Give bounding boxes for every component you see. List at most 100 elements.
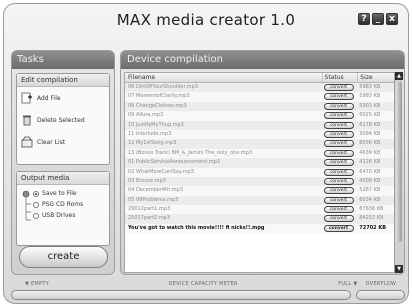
table-row[interactable]: You've got to watch this movie!!!! fi ni… bbox=[125, 223, 394, 234]
capacity-full-text: FULL bbox=[338, 281, 352, 287]
close-button[interactable]: x bbox=[386, 13, 398, 25]
column-size[interactable]: Size bbox=[357, 73, 394, 82]
cell-status: convert bbox=[322, 224, 358, 233]
cell-filename: 11 Interlude.mp3 bbox=[128, 130, 172, 137]
convert-button[interactable]: convert bbox=[323, 112, 354, 120]
output-option-label: PSG CD Roms bbox=[42, 201, 84, 208]
convert-button[interactable]: convert bbox=[323, 149, 354, 157]
cell-size: 72702 KB bbox=[359, 224, 387, 231]
output-media-header: Output media bbox=[17, 172, 109, 185]
table-row[interactable]: 06 DirtOffYourShoulder.mp3 convert 5983 KB bbox=[125, 83, 394, 93]
table-row[interactable]: 08 ChangeClothes.mp3 convert 5903 KB bbox=[125, 101, 394, 112]
cell-filename: 10 JustifyMyThug.mp3 bbox=[128, 121, 184, 128]
table-row[interactable]: 05 99Problems.mp3 convert 6034 KB bbox=[125, 195, 394, 206]
file-table: Filename Status Size 06 DirtOffYourShoul… bbox=[124, 72, 395, 273]
column-filename[interactable]: Filename bbox=[125, 73, 322, 82]
cell-filename: You've got to watch this movie!!!! fi ni… bbox=[128, 224, 265, 231]
scroll-up-icon[interactable]: ▲ bbox=[395, 72, 403, 80]
cell-status: convert bbox=[322, 186, 358, 195]
cell-status: convert bbox=[322, 102, 358, 111]
convert-button[interactable]: convert bbox=[323, 93, 354, 101]
table-row[interactable]: 11 Interlude.mp3 convert 3094 KB bbox=[125, 129, 394, 140]
device-compilation-header: Device compilation bbox=[121, 51, 404, 69]
scroll-thumb[interactable] bbox=[396, 82, 402, 242]
tasks-header: Tasks bbox=[12, 51, 114, 69]
cell-filename: 29012part1.mp3 bbox=[128, 206, 171, 213]
table-row[interactable]: 01 PublicServiceAnnouncement.mp3 convert 4… bbox=[125, 158, 394, 168]
scroll-down-icon[interactable]: ▼ bbox=[395, 265, 403, 273]
capacity-bar bbox=[11, 290, 351, 300]
table-row[interactable]: 09 Allure.mp3 convert 6025 KB bbox=[125, 111, 394, 121]
cell-filename: 01 PublicServiceAnnouncement.mp3 bbox=[128, 159, 221, 166]
cell-size: 6470 KB bbox=[359, 168, 381, 175]
window-controls: ? _ x bbox=[358, 13, 398, 25]
help-button[interactable]: ? bbox=[358, 13, 370, 25]
cell-status: convert bbox=[322, 214, 358, 223]
cell-status: convert bbox=[322, 92, 358, 101]
convert-button[interactable]: convert bbox=[323, 168, 354, 176]
cell-status: convert bbox=[322, 196, 358, 205]
cell-filename: 13 (Bonus Track) BM_&_Jamini The_only_on… bbox=[128, 149, 253, 156]
convert-button[interactable]: convert bbox=[323, 177, 354, 185]
convert-button[interactable]: convert bbox=[323, 206, 354, 214]
cell-status: convert bbox=[322, 205, 358, 214]
cell-status: convert bbox=[322, 121, 358, 130]
table-row[interactable]: 04 December4th.mp3 convert 5287 KB bbox=[125, 186, 394, 196]
convert-button[interactable]: convert bbox=[323, 215, 354, 223]
cell-size: 4008 KB bbox=[359, 177, 381, 184]
table-row[interactable]: 29012part1.mp3 convert 87636 KB bbox=[125, 205, 394, 215]
table-row[interactable]: 13 (Bonus Track) BM_&_Jamini The_only_on… bbox=[125, 148, 394, 159]
radio-save-to-file[interactable] bbox=[33, 190, 39, 197]
table-row[interactable]: 12 My1stSong.mp3 convert 8036 KB bbox=[125, 139, 394, 149]
minimize-button[interactable]: _ bbox=[372, 13, 384, 25]
cell-status: convert bbox=[322, 168, 358, 177]
cell-filename: 25017part2.mp3 bbox=[128, 215, 171, 222]
table-scrollbar[interactable]: ▲ ▼ bbox=[394, 72, 403, 273]
table-header: Filename Status Size bbox=[125, 73, 394, 83]
cell-filename: 12 My1stSong.mp3 bbox=[128, 140, 177, 147]
table-row[interactable]: 07 MomentofClarity.mp3 convert 5993 KB bbox=[125, 92, 394, 102]
device-tree-icon bbox=[22, 190, 31, 221]
create-button[interactable]: create bbox=[19, 246, 108, 268]
title-bar[interactable]: MAX media creator 1.0 ? _ x bbox=[4, 4, 408, 38]
cell-size: 4639 KB bbox=[359, 149, 381, 156]
convert-button[interactable]: convert bbox=[323, 187, 354, 195]
app-title: MAX media creator 1.0 bbox=[116, 11, 296, 29]
radio-cd-roms[interactable] bbox=[33, 201, 39, 208]
output-media-panel: Output media Save to File PSG CD Roms US… bbox=[16, 171, 110, 246]
clear-list-label: Clear List bbox=[37, 138, 66, 146]
add-file-button[interactable]: Add File bbox=[17, 87, 109, 109]
overflow-bar bbox=[356, 290, 405, 300]
table-row[interactable]: 02 WhatMoreCanISay.mp3 convert 6470 KB bbox=[125, 167, 394, 177]
radio-usb-drives[interactable] bbox=[33, 212, 39, 219]
capacity-empty-label: ▼ EMPTY bbox=[11, 281, 169, 289]
capacity-empty-text: EMPTY bbox=[31, 281, 50, 287]
cell-size: 5903 KB bbox=[359, 102, 381, 109]
convert-button[interactable]: convert bbox=[323, 159, 354, 167]
cell-size: 3094 KB bbox=[359, 130, 381, 137]
convert-button[interactable]: convert bbox=[323, 196, 354, 204]
cell-size: 6178 KB bbox=[359, 121, 381, 128]
clear-list-button[interactable]: Clear List bbox=[17, 131, 109, 153]
cell-filename: 09 Allure.mp3 bbox=[128, 112, 164, 119]
convert-button[interactable]: convert bbox=[323, 84, 354, 91]
output-option-label: USB Drives bbox=[42, 212, 76, 219]
cell-size: 5287 KB bbox=[359, 187, 381, 194]
table-row[interactable]: 25017part2.mp3 convert 84202 KB bbox=[125, 214, 394, 224]
delete-selected-button[interactable]: Delete Selected bbox=[17, 109, 109, 131]
convert-button[interactable]: convert bbox=[323, 102, 354, 110]
add-file-label: Add File bbox=[37, 94, 61, 102]
cell-size: 6025 KB bbox=[359, 112, 381, 119]
table-row[interactable]: 10 JustifyMyThug.mp3 convert 6178 KB bbox=[125, 120, 394, 130]
convert-button[interactable]: convert bbox=[323, 121, 354, 129]
convert-button[interactable]: convert bbox=[323, 130, 354, 138]
cell-size: 8036 KB bbox=[359, 140, 381, 147]
device-compilation-panel: Device compilation Filename Status Size … bbox=[120, 50, 405, 275]
cell-size: 6034 KB bbox=[359, 196, 381, 203]
convert-button[interactable]: convert bbox=[323, 224, 354, 232]
cell-status: convert bbox=[322, 111, 358, 120]
capacity-title: DEVICE CAPACITY METER bbox=[168, 281, 238, 287]
convert-button[interactable]: convert bbox=[323, 140, 354, 148]
column-status[interactable]: Status bbox=[321, 73, 358, 82]
table-row[interactable]: 03 Encore.mp3 convert 4008 KB bbox=[125, 176, 394, 187]
